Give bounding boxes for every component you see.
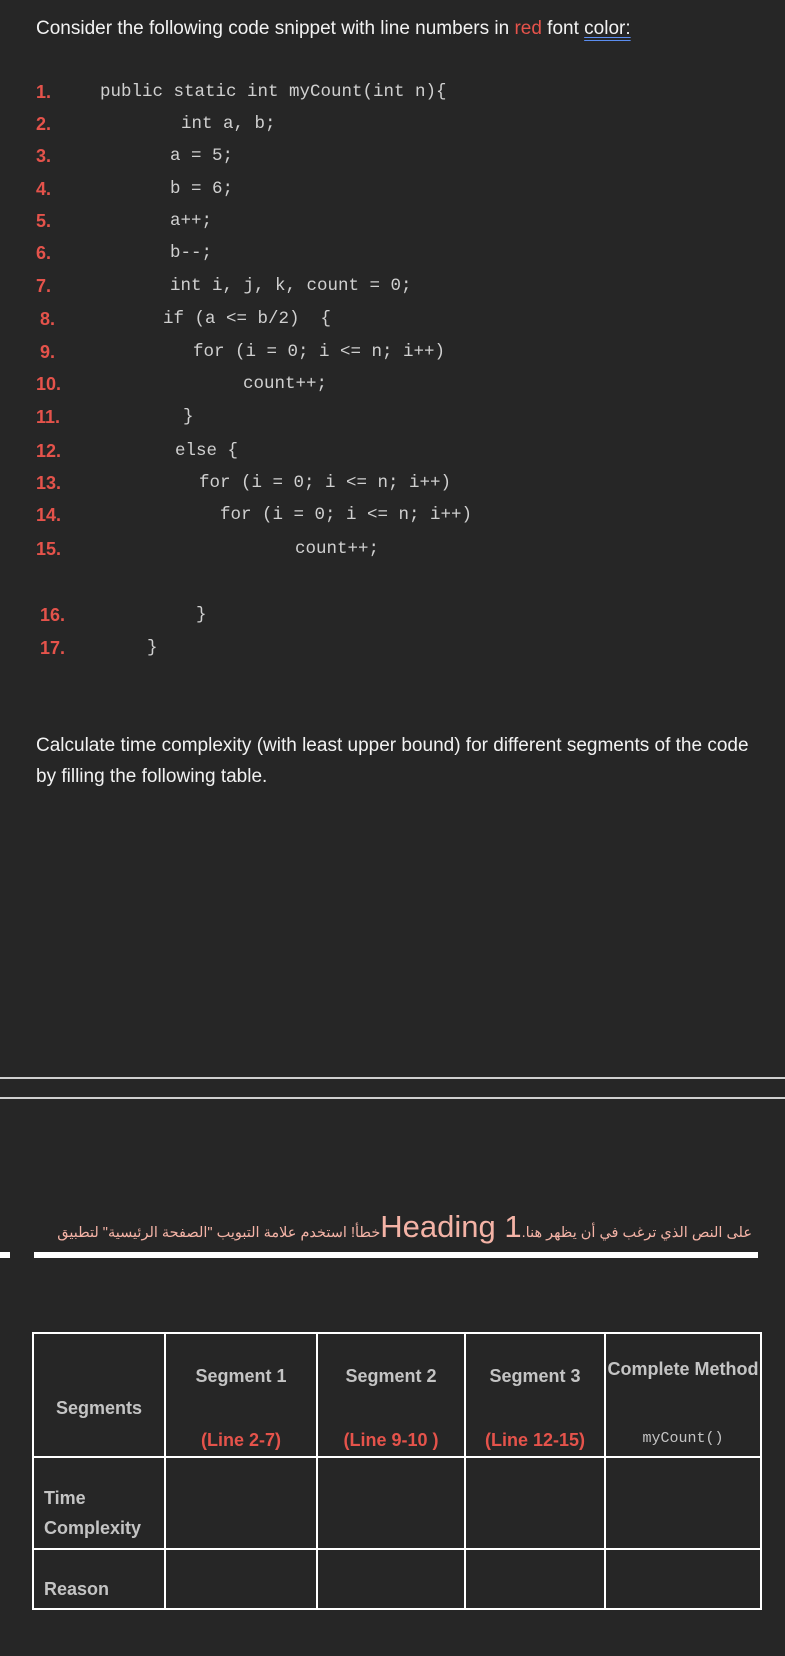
line-number: 11. bbox=[36, 407, 61, 427]
header-segments-label: Segments bbox=[32, 1332, 166, 1458]
code-line-text: } bbox=[147, 638, 158, 658]
reason-cell-complete[interactable] bbox=[604, 1548, 762, 1610]
segments-label-text: Segments bbox=[55, 1398, 143, 1418]
line-number: 5. bbox=[36, 211, 52, 231]
line-number: 8. bbox=[40, 309, 56, 329]
intro-underlined: color: bbox=[584, 18, 631, 39]
intro-text: Consider the following code snippet with… bbox=[36, 18, 631, 40]
segment-lines: (Line 9-10 ) bbox=[343, 1430, 439, 1450]
time-complexity-cell-segment-2[interactable] bbox=[316, 1456, 466, 1550]
code-line-text: count++; bbox=[295, 539, 380, 559]
intro-red-word: red bbox=[514, 18, 542, 39]
code-line-text: b--; bbox=[170, 243, 213, 263]
heading-bar-left-stub bbox=[0, 1252, 10, 1258]
line-number: 17. bbox=[40, 638, 66, 658]
divider-bottom bbox=[0, 1097, 785, 1099]
time-complexity-cell-complete[interactable] bbox=[604, 1456, 762, 1550]
row-label-reason: Reason bbox=[32, 1548, 166, 1610]
line-number: 1. bbox=[36, 82, 52, 102]
header-segment-2: Segment 2 (Line 9-10 ) bbox=[316, 1332, 466, 1458]
code-line-text: public static int myCount(int n){ bbox=[100, 82, 447, 102]
heading-error-arabic-right: على النص الذي ترغب في أن يظهر هنا. bbox=[521, 1225, 752, 1241]
line-number: 9. bbox=[40, 342, 56, 362]
code-line-text: b = 6; bbox=[170, 179, 234, 199]
header-segment-1: Segment 1 (Line 2-7) bbox=[164, 1332, 318, 1458]
segment-title: Segment 3 bbox=[489, 1366, 581, 1386]
reason-cell-segment-3[interactable] bbox=[464, 1548, 606, 1610]
code-line-text: count++; bbox=[243, 374, 328, 394]
method-name: myCount() bbox=[642, 1430, 724, 1447]
line-number: 13. bbox=[36, 473, 62, 493]
heading-error-message: على النص الذي ترغب في أن يظهر هنا.Headin… bbox=[0, 1209, 785, 1244]
table-header-row: Segments Segment 1 (Line 2-7) Segment 2 … bbox=[32, 1332, 762, 1458]
code-line-text: for (i = 0; i <= n; i++) bbox=[199, 473, 452, 493]
table-row: Reason bbox=[32, 1548, 762, 1610]
reason-cell-segment-1[interactable] bbox=[164, 1548, 318, 1610]
reason-cell-segment-2[interactable] bbox=[316, 1548, 466, 1610]
time-complexity-cell-segment-1[interactable] bbox=[164, 1456, 318, 1550]
code-line-text: a = 5; bbox=[170, 146, 234, 166]
intro-before: Consider the following code snippet with… bbox=[36, 18, 515, 39]
line-number: 7. bbox=[36, 276, 52, 296]
line-number: 12. bbox=[36, 441, 62, 461]
code-line-text: a++; bbox=[170, 211, 213, 231]
code-line-text: for (i = 0; i <= n; i++) bbox=[220, 505, 473, 525]
segment-lines: (Line 2-7) bbox=[200, 1430, 281, 1450]
time-complexity-cell-segment-3[interactable] bbox=[464, 1456, 606, 1550]
code-line-text: else { bbox=[175, 441, 239, 461]
task-instructions: Calculate time complexity (with least up… bbox=[36, 735, 749, 787]
line-number: 6. bbox=[36, 243, 52, 263]
heading-error-arabic-left: خطأ! استخدم علامة التبويب "الصفحة الرئيس… bbox=[57, 1225, 381, 1241]
segment-title: Segment 2 bbox=[345, 1366, 437, 1386]
line-number: 4. bbox=[36, 179, 52, 199]
divider-top bbox=[0, 1077, 785, 1079]
heading-error-big: Heading 1 bbox=[380, 1209, 522, 1244]
line-number: 15. bbox=[36, 539, 62, 559]
code-line-text: int i, j, k, count = 0; bbox=[170, 276, 412, 296]
line-number: 16. bbox=[40, 605, 66, 625]
code-line-text: for (i = 0; i <= n; i++) bbox=[193, 342, 446, 362]
segments-table: Segments Segment 1 (Line 2-7) Segment 2 … bbox=[32, 1332, 762, 1610]
segment-lines: (Line 12-15) bbox=[484, 1430, 586, 1450]
code-line-text: if (a <= b/2) { bbox=[163, 309, 332, 329]
code-line-text: } bbox=[196, 605, 207, 625]
heading-underline-bar bbox=[34, 1252, 758, 1258]
code-line-text: int a, b; bbox=[181, 114, 276, 134]
header-segment-3: Segment 3 (Line 12-15) bbox=[464, 1332, 606, 1458]
code-line-text: } bbox=[183, 407, 194, 427]
line-number: 2. bbox=[36, 114, 52, 134]
header-complete-method: Complete Method myCount() bbox=[604, 1332, 762, 1458]
segment-title: Complete Method bbox=[607, 1359, 759, 1379]
row-label-time-complexity: Time Complexity bbox=[32, 1456, 166, 1550]
table-row: Time Complexity bbox=[32, 1456, 762, 1550]
segment-title: Segment 1 bbox=[195, 1366, 287, 1386]
intro-middle: font bbox=[541, 18, 585, 39]
line-number: 10. bbox=[36, 374, 62, 394]
line-number: 3. bbox=[36, 146, 52, 166]
line-number: 14. bbox=[36, 505, 62, 525]
